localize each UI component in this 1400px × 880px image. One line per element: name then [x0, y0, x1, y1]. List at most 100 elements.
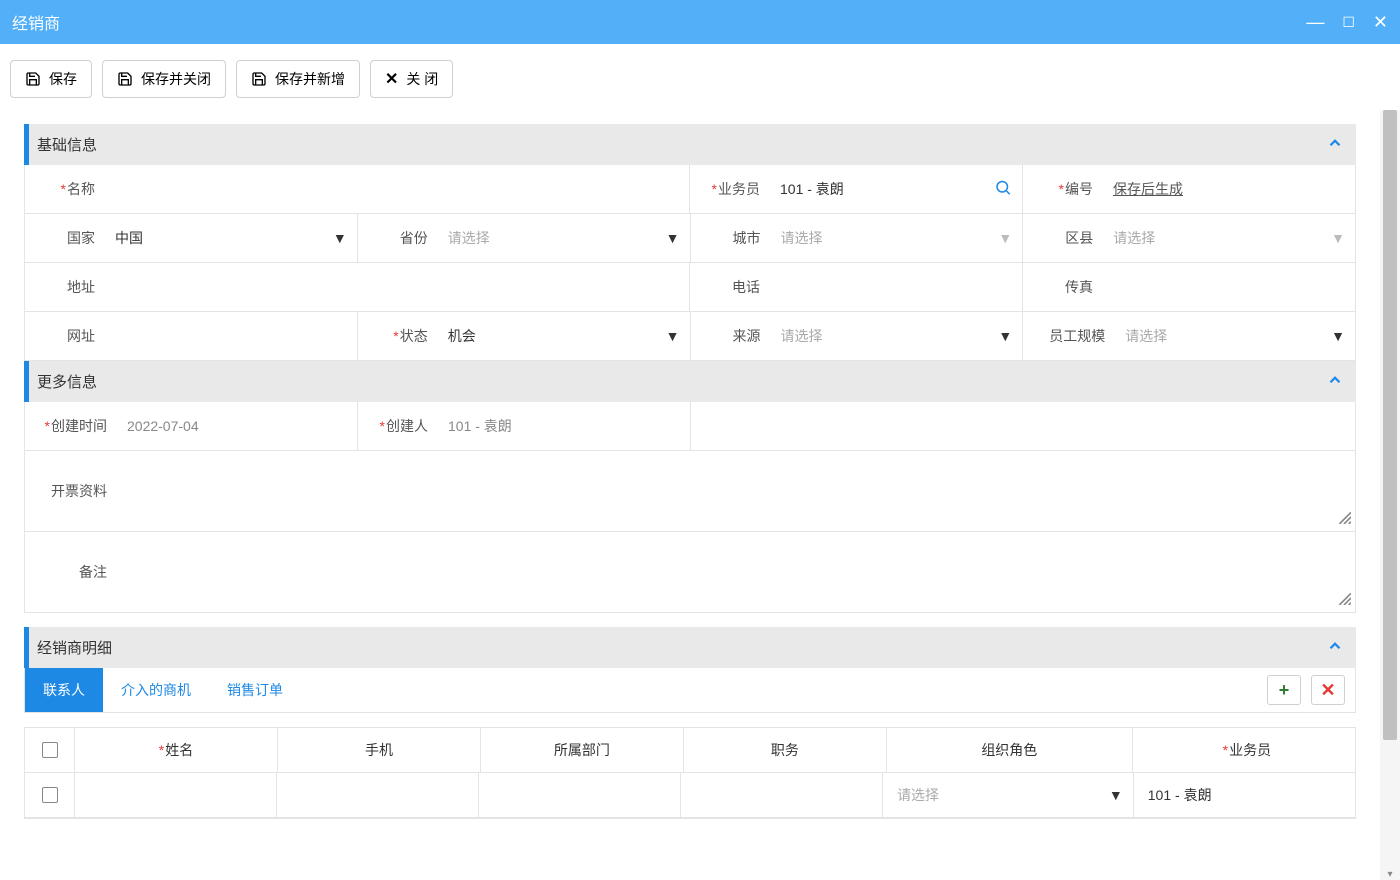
label-creator: 创建人: [386, 416, 428, 436]
fax-input[interactable]: [1103, 263, 1355, 311]
header-name: *姓名: [75, 728, 278, 773]
remark-textarea[interactable]: [117, 532, 1355, 612]
name-input[interactable]: [105, 165, 689, 213]
section-more-title: 更多信息: [37, 371, 1326, 392]
label-status: 状态: [400, 326, 428, 346]
row-role-select[interactable]: 请选择 ▼: [883, 773, 1134, 818]
label-city: 城市: [733, 228, 761, 248]
collapse-basic-button[interactable]: [1326, 134, 1344, 155]
status-select[interactable]: 机会 ▼: [438, 312, 690, 360]
invoice-info-textarea[interactable]: [117, 451, 1355, 531]
close-button[interactable]: ✕ 关 闭: [370, 60, 453, 98]
label-code: 编号: [1065, 179, 1093, 199]
save-icon: [25, 71, 41, 87]
country-select[interactable]: 中国 ▼: [105, 214, 357, 262]
chevron-down-icon: ▼: [998, 230, 1012, 246]
search-icon[interactable]: [994, 179, 1012, 200]
label-phone: 电话: [732, 277, 760, 297]
chevron-down-icon: ▼: [998, 328, 1012, 344]
header-title: 职务: [684, 728, 887, 773]
creator-value: 101 - 袁朗: [438, 402, 690, 450]
window-title: 经销商: [12, 10, 1306, 34]
scroll-down-arrow[interactable]: ▾: [1380, 869, 1400, 880]
row-salesperson-value[interactable]: 101 - 袁朗: [1134, 773, 1355, 818]
delete-row-button[interactable]: ✕: [1311, 675, 1345, 705]
label-salesperson: 业务员: [718, 179, 760, 199]
label-fax: 传真: [1065, 277, 1093, 297]
create-time-value: 2022-07-04: [117, 402, 357, 450]
label-create-time: 创建时间: [51, 416, 107, 436]
vertical-scrollbar[interactable]: ▴ ▾: [1380, 110, 1400, 880]
maximize-button[interactable]: ☐: [1342, 15, 1355, 29]
website-input[interactable]: [105, 312, 357, 360]
checkbox-icon: [42, 787, 58, 803]
save-close-button[interactable]: 保存并关闭: [102, 60, 226, 98]
tab-opportunities[interactable]: 介入的商机: [103, 668, 209, 712]
collapse-detail-button[interactable]: [1326, 637, 1344, 658]
staff-size-select[interactable]: 请选择 ▼: [1115, 312, 1355, 360]
scrollbar-thumb[interactable]: [1383, 110, 1397, 740]
label-country: 国家: [67, 228, 95, 248]
label-province: 省份: [400, 228, 428, 248]
label-source: 来源: [733, 326, 761, 346]
address-input[interactable]: [105, 263, 689, 311]
row-phone-input[interactable]: [277, 773, 479, 818]
header-dept: 所属部门: [481, 728, 684, 773]
label-invoice-info: 开票资料: [51, 481, 107, 501]
province-select[interactable]: 请选择 ▼: [438, 214, 690, 262]
row-title-input[interactable]: [681, 773, 883, 818]
content-area: 基础信息 *名称 *业务员 101 - 袁朗: [0, 110, 1380, 880]
section-detail-title: 经销商明细: [37, 637, 1326, 658]
tab-orders[interactable]: 销售订单: [209, 668, 301, 712]
phone-input[interactable]: [770, 263, 1022, 311]
label-name: 名称: [67, 179, 95, 199]
save-label: 保存: [49, 69, 77, 89]
label-address: 地址: [67, 277, 95, 297]
chevron-down-icon: ▼: [1331, 230, 1345, 246]
chevron-down-icon: ▼: [333, 230, 347, 246]
source-select[interactable]: 请选择 ▼: [771, 312, 1023, 360]
section-basic-title: 基础信息: [37, 134, 1326, 155]
header-checkbox-cell[interactable]: [25, 728, 75, 773]
chevron-down-icon: ▼: [1331, 328, 1345, 344]
district-select[interactable]: 请选择 ▼: [1103, 214, 1355, 262]
resize-icon[interactable]: [1337, 510, 1351, 527]
header-role: 组织角色: [887, 728, 1133, 773]
city-select[interactable]: 请选择 ▼: [771, 214, 1023, 262]
close-icon: ✕: [385, 69, 398, 89]
checkbox-icon: [42, 742, 58, 758]
row-dept-input[interactable]: [479, 773, 681, 818]
label-staff-size: 员工规模: [1049, 326, 1105, 346]
label-website: 网址: [67, 326, 95, 346]
label-district: 区县: [1065, 228, 1093, 248]
label-remark: 备注: [79, 562, 107, 582]
save-close-label: 保存并关闭: [141, 69, 211, 89]
section-detail-header: 经销商明细: [24, 627, 1356, 668]
section-more-header: 更多信息: [24, 361, 1356, 402]
resize-icon[interactable]: [1337, 591, 1351, 608]
chevron-down-icon: ▼: [666, 328, 680, 344]
row-name-input[interactable]: [75, 773, 277, 818]
row-checkbox-cell[interactable]: [25, 773, 75, 818]
save-icon: [251, 71, 267, 87]
save-new-button[interactable]: 保存并新增: [236, 60, 360, 98]
add-row-button[interactable]: +: [1267, 675, 1301, 705]
save-icon: [117, 71, 133, 87]
chevron-down-icon: ▼: [666, 230, 680, 246]
close-window-button[interactable]: ✕: [1373, 13, 1388, 31]
chevron-down-icon: ▼: [1109, 787, 1123, 803]
header-salesperson: *业务员: [1133, 728, 1355, 773]
section-basic-header: 基础信息: [24, 124, 1356, 165]
titlebar: 经销商 — ☐ ✕: [0, 0, 1400, 44]
minimize-button[interactable]: —: [1306, 13, 1324, 31]
salesperson-input[interactable]: 101 - 袁朗: [770, 165, 1022, 213]
toolbar: 保存 保存并关闭 保存并新增 ✕ 关 闭: [0, 44, 1400, 110]
save-button[interactable]: 保存: [10, 60, 92, 98]
close-label: 关 闭: [406, 69, 438, 89]
table-row: 请选择 ▼ 101 - 袁朗: [25, 773, 1355, 818]
collapse-more-button[interactable]: [1326, 371, 1344, 392]
tab-contacts[interactable]: 联系人: [25, 668, 103, 712]
code-value: 保存后生成: [1103, 165, 1355, 213]
save-new-label: 保存并新增: [275, 69, 345, 89]
header-phone: 手机: [278, 728, 481, 773]
